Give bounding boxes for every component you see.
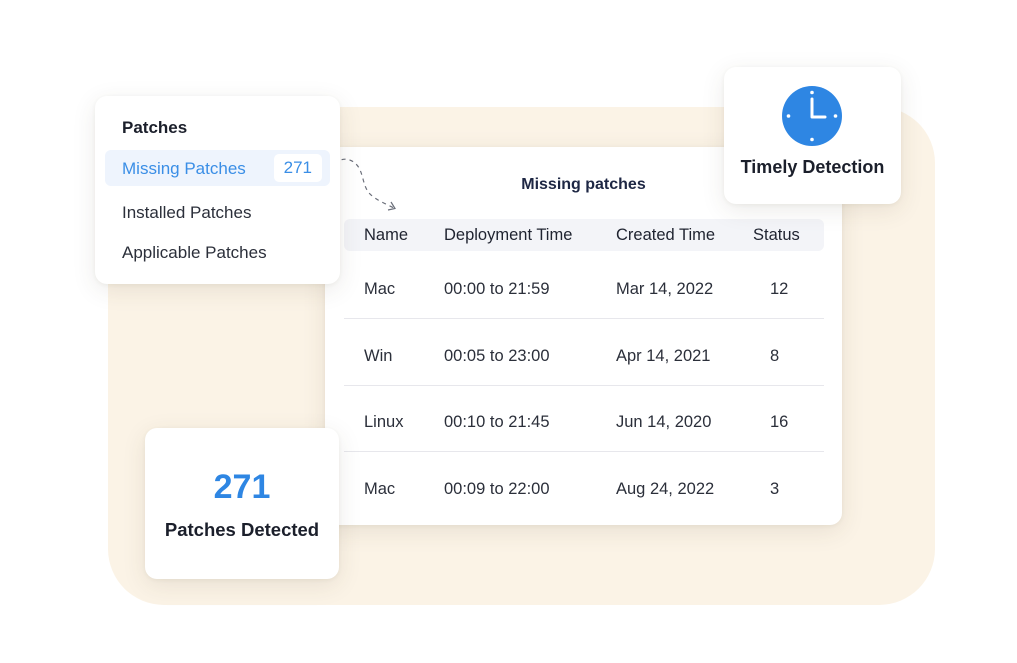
patches-detected-card: 271 Patches Detected xyxy=(145,428,339,579)
row-status: 12 xyxy=(770,280,789,298)
patches-menu-card: Patches Missing Patches 271 Installed Pa… xyxy=(95,96,340,284)
row-deployment-time: 00:09 to 22:00 xyxy=(444,480,550,498)
row-status: 8 xyxy=(770,347,780,365)
menu-item-label: Missing Patches xyxy=(122,159,246,178)
row-name: Win xyxy=(364,347,393,365)
table-row[interactable]: Win 00:05 to 23:00 Apr 14, 2021 8 xyxy=(344,319,824,386)
row-created-time: Apr 14, 2021 xyxy=(616,347,711,365)
illustration-stage: Missing patches Name Deployment Time Cre… xyxy=(0,0,1017,663)
row-name: Linux xyxy=(364,413,404,431)
row-name: Mac xyxy=(364,480,396,498)
table-row[interactable]: Mac 00:00 to 21:59 Mar 14, 2022 12 xyxy=(344,252,824,319)
column-header-created-time[interactable]: Created Time xyxy=(616,225,715,245)
row-created-time: Jun 14, 2020 xyxy=(616,413,712,431)
menu-item-applicable-patches[interactable]: Applicable Patches xyxy=(105,234,330,270)
table-header: Name Deployment Time Created Time Status xyxy=(344,219,824,251)
row-created-time: Aug 24, 2022 xyxy=(616,480,715,498)
menu-item-missing-patches[interactable]: Missing Patches 271 xyxy=(105,150,330,186)
row-deployment-time: 00:10 to 21:45 xyxy=(444,413,550,431)
column-header-deployment-time[interactable]: Deployment Time xyxy=(444,225,572,245)
menu-item-label: Applicable Patches xyxy=(122,243,267,262)
patches-heading: Patches xyxy=(122,118,188,137)
menu-item-installed-patches[interactable]: Installed Patches xyxy=(105,194,330,230)
row-deployment-time: 00:00 to 21:59 xyxy=(444,280,550,298)
row-status: 16 xyxy=(770,413,789,431)
timely-detection-card: Timely Detection xyxy=(724,67,901,204)
column-header-status[interactable]: Status xyxy=(753,225,800,245)
clock-icon xyxy=(782,86,842,146)
detected-label: Patches Detected xyxy=(164,519,320,540)
table-row[interactable]: Mac 00:09 to 22:00 Aug 24, 2022 3 xyxy=(344,452,824,518)
timely-detection-label: Timely Detection xyxy=(740,157,885,177)
row-name: Mac xyxy=(364,280,396,298)
detected-count: 271 xyxy=(213,468,271,506)
row-deployment-time: 00:05 to 23:00 xyxy=(444,347,550,365)
menu-item-label: Installed Patches xyxy=(122,203,252,222)
column-header-name[interactable]: Name xyxy=(364,225,408,245)
row-status: 3 xyxy=(770,480,780,498)
row-created-time: Mar 14, 2022 xyxy=(616,280,714,298)
table-row[interactable]: Linux 00:10 to 21:45 Jun 14, 2020 16 xyxy=(344,385,824,452)
missing-count-badge: 271 xyxy=(273,154,322,182)
